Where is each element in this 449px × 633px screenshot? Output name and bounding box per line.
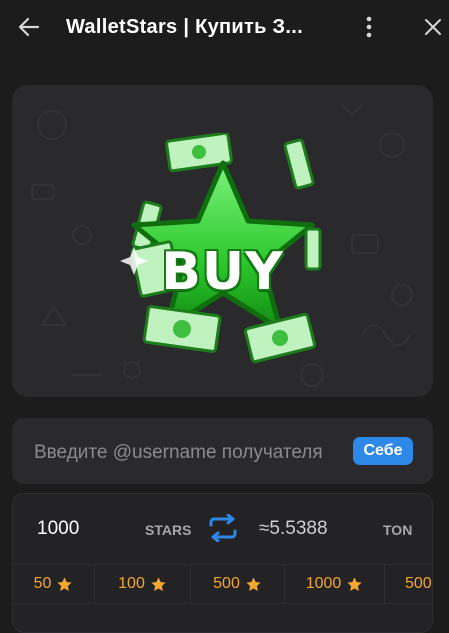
exchange-card: 1000 STARS ≈5.5388 TON 50 100 500 1000 5… xyxy=(12,493,433,633)
preset-label: 500 xyxy=(405,575,432,592)
recipient-username-input[interactable] xyxy=(32,438,366,468)
swap-icon xyxy=(209,514,237,542)
money-bill-bottom-right xyxy=(243,312,317,364)
more-vertical-icon xyxy=(366,16,372,38)
from-currency-label: STARS xyxy=(145,522,192,538)
preset-label: 50 xyxy=(33,575,52,592)
self-button[interactable]: Себе xyxy=(353,437,413,465)
recipient-field-container: Себе xyxy=(12,418,433,484)
star-icon xyxy=(57,576,72,591)
hero-buy-text: BUY xyxy=(161,242,284,302)
star-icon xyxy=(347,576,362,591)
star-icon xyxy=(246,576,261,591)
stars-amount-input[interactable]: 1000 xyxy=(37,518,79,540)
preset-label: 100 xyxy=(118,575,145,592)
swap-button[interactable] xyxy=(205,513,241,543)
arrow-left-icon xyxy=(18,17,40,37)
preset-500[interactable]: 500 xyxy=(191,565,285,603)
close-button[interactable] xyxy=(418,10,448,44)
preset-50[interactable]: 50 xyxy=(13,565,95,603)
preset-label: 1000 xyxy=(305,575,342,592)
close-icon xyxy=(425,19,441,35)
ton-amount: ≈5.5388 xyxy=(259,518,328,539)
preset-100[interactable]: 100 xyxy=(95,565,191,603)
to-currency-label: TON xyxy=(383,522,413,538)
star-icon xyxy=(151,576,166,591)
money-bill-bottom-left xyxy=(142,305,222,353)
hero-banner: BUY xyxy=(12,85,433,397)
more-menu-button[interactable] xyxy=(357,10,381,44)
back-button[interactable] xyxy=(12,10,46,44)
preset-1000[interactable]: 1000 xyxy=(285,565,385,603)
preset-500-extra[interactable]: 500 xyxy=(385,565,432,603)
top-bar: WalletStars | Купить З... xyxy=(0,0,449,56)
preset-amounts-row: 50 100 500 1000 500 xyxy=(13,564,432,604)
preset-label: 500 xyxy=(213,575,240,592)
page-title: WalletStars | Купить З... xyxy=(66,16,303,38)
